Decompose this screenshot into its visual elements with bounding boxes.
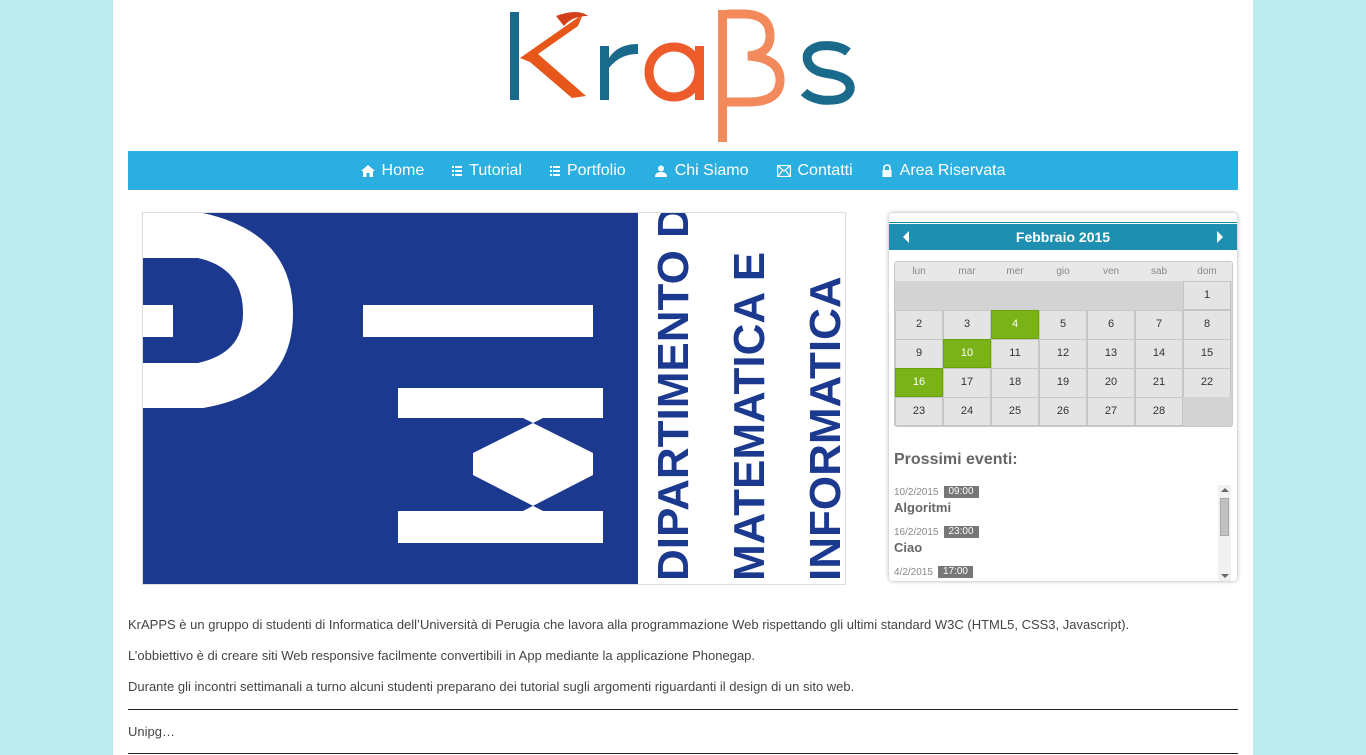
nav-item-label: Home [381, 161, 425, 179]
calendar-empty-cell [895, 281, 943, 310]
calendar-empty-cell [1039, 281, 1087, 310]
mail-icon [776, 164, 791, 177]
calendar-empty-cell [943, 281, 991, 310]
event-name: Algoritmi [894, 500, 952, 515]
calendar-empty-cell [1087, 281, 1135, 310]
home-icon [360, 164, 375, 177]
calendar-empty-cell [991, 281, 1039, 310]
event-date: 10/2/2015 [894, 486, 939, 498]
list-icon [452, 165, 463, 176]
dmi-logo-icon: DIPARTIMENTO DI MATEMATICA E INFORMATICA [143, 213, 845, 584]
calendar-weekday: ven [1102, 266, 1120, 277]
calendar-empty-cell [1183, 397, 1231, 426]
nav-item-tutorial[interactable]: Tutorial [452, 162, 522, 180]
list-icon [549, 165, 560, 176]
banner-line-3: INFORMATICA [801, 276, 845, 581]
triangle-left-icon [903, 231, 909, 243]
calendar-day-cell[interactable]: 1 [1183, 281, 1231, 310]
calendar-week-row: 16 17 18 19 20 21 22 [895, 368, 1232, 407]
calendar-top-strip [889, 213, 1237, 223]
banner-line-1: DIPARTIMENTO DI [649, 213, 698, 581]
calendar-week-row: 23 24 25 26 27 28 [895, 397, 1232, 426]
event-time-badge: 17:00 [937, 566, 973, 578]
nav-item-contatti[interactable]: Contatti [776, 161, 853, 180]
event-date: 16/2/2015 [894, 526, 939, 538]
event-item[interactable]: 4/2/2015 17:00 [894, 565, 1231, 579]
event-name: Ciao [894, 540, 923, 555]
banner-line-2: MATEMATICA E [725, 252, 774, 581]
nav-item-label: Portfolio [566, 161, 626, 179]
nav-item-area-riservata[interactable]: Area Riservata [881, 161, 1006, 180]
calendar-month-label: Febbraio 2015 [1015, 229, 1111, 245]
department-banner: DIPARTIMENTO DI MATEMATICA E INFORMATICA [142, 212, 846, 585]
calendar-day-cell[interactable]: 27 [1087, 397, 1135, 426]
nav-item-label: Chi Siamo [674, 161, 749, 179]
site-logo[interactable] [508, 6, 863, 146]
calendar-widget: Febbraio 2015 lun mar mer gio ven sab dom 1234… [889, 213, 1237, 581]
nav-item-label: Tutorial [469, 161, 522, 179]
calendar-weekday: mar [958, 266, 976, 277]
calendar-weekday: dom [1197, 266, 1217, 277]
calendar-day-cell[interactable]: 24 [943, 397, 991, 426]
event-item[interactable]: 16/2/2015 23:00 Ciao [894, 525, 1231, 555]
calendar-prev-button[interactable] [893, 224, 919, 250]
calendar-weekday: mer [1006, 266, 1024, 277]
calendar-day-cell[interactable]: 16 [895, 368, 943, 397]
event-item[interactable]: 10/2/2015 09:00 Algoritmi [894, 485, 1231, 515]
calendar-header: Febbraio 2015 [889, 224, 1237, 250]
event-date-line: 16/2/2015 23:00 [894, 525, 1231, 539]
nav-item-portfolio[interactable]: Portfolio [549, 161, 626, 180]
event-date-line: 10/2/2015 09:00 [894, 485, 1231, 499]
upcoming-events-title: Prossimi eventi: [894, 451, 1018, 468]
calendar-weekday-row: lun mar mer gio ven sab dom [895, 262, 1232, 281]
footer-text: Unipg… [128, 724, 175, 739]
scroll-down-arrow-icon[interactable] [1221, 574, 1229, 578]
events-scrollbar[interactable] [1218, 485, 1231, 581]
calendar-day-cell[interactable]: 26 [1039, 397, 1087, 426]
main-navigation: Home Tutorial Portfolio Chi Siamo Contat… [128, 151, 1238, 190]
intro-paragraph-3: Durante gli incontri settimanali a turno… [128, 679, 855, 694]
calendar-grid: lun mar mer gio ven sab dom 1 2 3 4 5 6 7 8 9 10 11 12 13 1… [894, 261, 1233, 427]
lock-icon [882, 164, 892, 177]
scroll-thumb[interactable] [1220, 498, 1229, 536]
calendar-day-cell[interactable]: 23 [895, 397, 943, 426]
calendar-week-row: 1 [895, 281, 1232, 310]
event-date-line: 4/2/2015 17:00 [894, 565, 1231, 579]
calendar-day-cell[interactable]: 4 [991, 310, 1039, 339]
intro-paragraph-1: KrAPPS è un gruppo di studenti di Inform… [128, 617, 1130, 632]
nav-item-home[interactable]: Home [360, 161, 425, 180]
divider [128, 753, 1238, 754]
calendar-week-row: 2345678 [895, 310, 1232, 349]
page-container: Home Tutorial Portfolio Chi Siamo Contat… [113, 0, 1253, 755]
event-date: 4/2/2015 [894, 566, 933, 578]
calendar-day-cell[interactable]: 10 [943, 339, 991, 368]
event-time-badge: 09:00 [943, 486, 979, 498]
nav-item-label: Contatti [797, 161, 853, 179]
krabs-logo-icon [510, 9, 855, 142]
calendar-empty-cell [1135, 281, 1183, 310]
user-icon [654, 165, 667, 177]
calendar-day-cell[interactable]: 28 [1135, 397, 1183, 426]
calendar-weekday: lun [912, 266, 926, 277]
divider [128, 709, 1238, 710]
event-time-badge: 23:00 [943, 526, 979, 538]
upcoming-events-list: 10/2/2015 09:00 Algoritmi 16/2/2015 23:00 Cia… [894, 485, 1231, 581]
nav-item-label: Area Riservata [899, 161, 1006, 179]
calendar-next-button[interactable] [1207, 224, 1233, 250]
calendar-weekday: gio [1056, 266, 1070, 277]
scroll-up-arrow-icon[interactable] [1221, 488, 1229, 492]
calendar-weeks: 1 2 3 4 5 6 7 8 9 10 11 12 13 14 15 16 17 18 19 20 21 22 23 24 2… [895, 281, 1232, 426]
intro-paragraph-2: L’obbiettivo è di creare siti Web respon… [128, 648, 756, 663]
calendar-weekday: sab [1150, 266, 1168, 277]
triangle-right-icon [1217, 231, 1223, 243]
nav-item-chi-siamo[interactable]: Chi Siamo [654, 162, 749, 180]
calendar-week-row: 9 10 11 12 13 14 15 [895, 339, 1232, 378]
calendar-day-cell[interactable]: 25 [991, 397, 1039, 426]
